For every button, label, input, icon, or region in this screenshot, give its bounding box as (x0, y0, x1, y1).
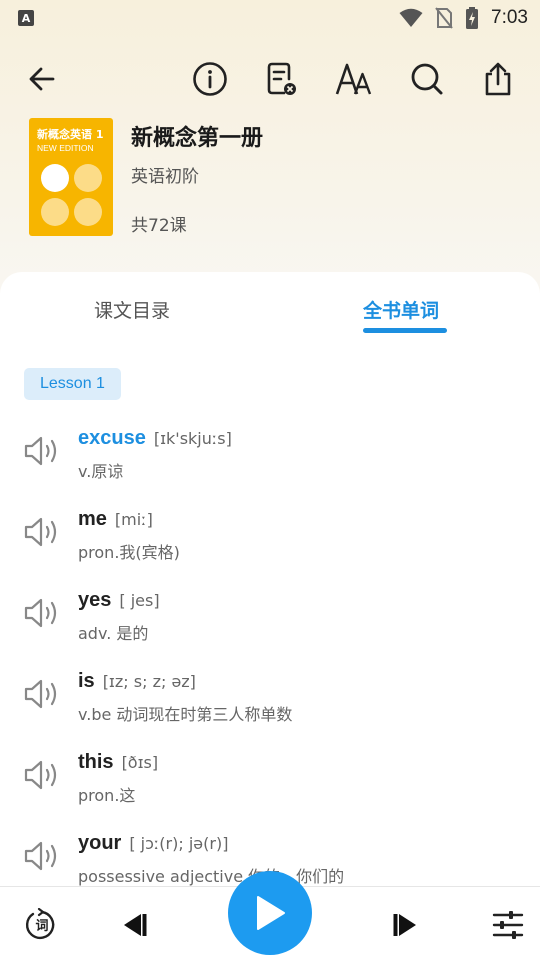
tab-lesson-catalog[interactable]: 课文目录 (94, 296, 170, 323)
active-tab-indicator (363, 328, 447, 333)
book-title: 新概念第一册 (131, 126, 264, 151)
word-row[interactable]: me [miː] pron.我(宾格) (0, 503, 540, 584)
skip-previous-icon (124, 914, 147, 936)
play-button[interactable] (228, 871, 312, 955)
skip-next-icon (393, 914, 416, 936)
word-mode-icon: 词 (26, 908, 55, 939)
back-button[interactable] (19, 56, 65, 102)
info-button[interactable] (187, 56, 233, 102)
speaker-icon[interactable] (24, 434, 60, 468)
cover-subtitle: NEW EDITION (37, 143, 94, 153)
lesson-chip: Lesson 1 (24, 368, 121, 400)
word-mode-glyph: 词 (35, 919, 48, 934)
word-meaning: v.原谅 (78, 462, 124, 481)
share-icon (485, 62, 511, 96)
info-icon (193, 62, 227, 96)
word-text: yes (78, 589, 112, 611)
status-bar: A 7:03 (0, 0, 540, 36)
speaker-icon[interactable] (24, 515, 60, 549)
word-meaning: possessive adjective 你的，你们的 (78, 867, 345, 886)
word-phonetic: [miː] (114, 510, 153, 529)
word-meaning: pron.这 (78, 786, 136, 805)
book-cover[interactable]: 新概念英语 1 NEW EDITION (29, 118, 113, 236)
word-meaning: pron.我(宾格) (78, 543, 180, 562)
word-phonetic: [ɪk'skjuːs] (153, 429, 232, 448)
cover-title: 新概念英语 1 (37, 128, 104, 141)
cover-circle (74, 198, 102, 226)
word-row[interactable]: is [ɪz; s; z; əz] v.be 动词现在时第三人称单数 (0, 665, 540, 746)
wifi-icon (399, 8, 423, 27)
arrow-left-icon (29, 67, 55, 91)
word-phonetic: [ jes] (119, 591, 160, 610)
font-size-button[interactable] (331, 56, 377, 102)
note-clear-icon (267, 62, 296, 95)
cover-circle (74, 164, 102, 192)
play-icon (257, 896, 285, 930)
word-meaning: v.be 动词现在时第三人称单数 (78, 705, 293, 724)
previous-button[interactable] (112, 905, 156, 945)
lesson-count: 共72课 (131, 216, 187, 236)
sliders-icon (492, 911, 524, 939)
word-phonetic: [ɪz; s; z; əz] (102, 672, 196, 691)
notification-app-icon: A (18, 10, 34, 26)
cover-circle (41, 198, 69, 226)
word-text: your (78, 832, 122, 854)
speaker-icon[interactable] (24, 758, 60, 792)
share-button[interactable] (475, 56, 521, 102)
book-header: 新概念英语 1 NEW EDITION 新概念第一册 英语初阶 共72课 (29, 118, 519, 238)
clear-notes-button[interactable] (258, 56, 304, 102)
tab-all-words[interactable]: 全书单词 (363, 296, 439, 323)
toolbar (0, 56, 540, 102)
speaker-icon[interactable] (24, 677, 60, 711)
search-icon (411, 63, 443, 95)
content-panel: 课文目录 全书单词 Lesson 1 excuse [ɪk'skjuːs] v.… (0, 272, 540, 960)
word-phonetic: [ðɪs] (121, 753, 159, 772)
word-text: excuse (78, 427, 146, 449)
book-level: 英语初阶 (131, 167, 199, 187)
search-button[interactable] (404, 56, 450, 102)
word-mode-button[interactable]: 词 (22, 905, 62, 945)
speaker-icon[interactable] (24, 839, 60, 873)
word-phonetic: [ jɔː(r); jə(r)] (129, 834, 229, 853)
word-meaning: adv. 是的 (78, 624, 149, 643)
settings-button[interactable] (486, 905, 530, 945)
word-text: is (78, 670, 95, 692)
status-time: 7:03 (491, 7, 528, 28)
speaker-icon[interactable] (24, 596, 60, 630)
word-list: excuse [ɪk'skjuːs] v.原谅 me [miː] pron.我(… (0, 422, 540, 908)
no-sim-icon (435, 7, 453, 29)
word-text: me (78, 508, 107, 530)
word-row[interactable]: excuse [ɪk'skjuːs] v.原谅 (0, 422, 540, 503)
next-button[interactable] (384, 905, 428, 945)
battery-charging-icon (466, 7, 479, 29)
cover-circle (41, 164, 69, 192)
word-row[interactable]: this [ðɪs] pron.这 (0, 746, 540, 827)
font-size-icon (335, 63, 372, 95)
word-row[interactable]: yes [ jes] adv. 是的 (0, 584, 540, 665)
word-text: this (78, 751, 114, 773)
